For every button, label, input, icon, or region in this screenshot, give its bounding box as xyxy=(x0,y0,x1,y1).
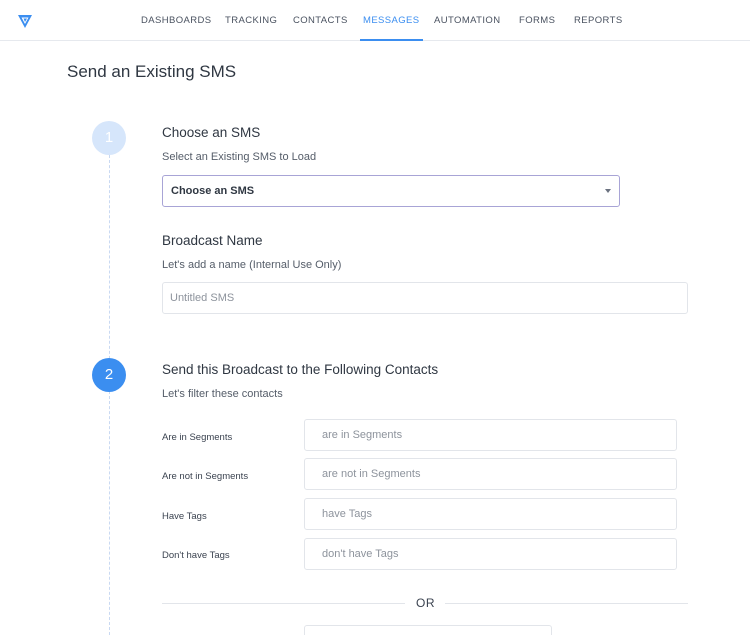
or-divider-label: OR xyxy=(416,596,435,610)
choose-sms-heading: Choose an SMS xyxy=(162,125,261,140)
sms-select-value: Choose an SMS xyxy=(171,185,255,197)
filter-label-dont-have-tags: Don't have Tags xyxy=(162,550,230,561)
step-2-badge: 2 xyxy=(92,358,126,392)
contact-list-select[interactable] xyxy=(304,625,552,635)
filter-label-not-in-segments: Are not in Segments xyxy=(162,471,249,482)
or-divider-left xyxy=(162,603,405,604)
nav-item-messages[interactable]: MESSAGES xyxy=(360,0,423,41)
in-segments-input[interactable] xyxy=(304,419,677,451)
broadcast-name-subtitle: Let's add a name (Internal Use Only) xyxy=(162,259,342,271)
step-timeline-line xyxy=(109,150,110,635)
brand-logo-icon[interactable] xyxy=(17,13,33,29)
nav-item-reports[interactable]: REPORTS xyxy=(574,0,623,41)
or-divider-right xyxy=(445,603,688,604)
broadcast-name-heading: Broadcast Name xyxy=(162,233,263,248)
caret-down-icon xyxy=(605,189,611,193)
nav-item-forms[interactable]: FORMS xyxy=(519,0,555,41)
have-tags-input[interactable] xyxy=(304,498,677,530)
filter-label-in-segments: Are in Segments xyxy=(162,432,233,443)
contacts-filter-heading: Send this Broadcast to the Following Con… xyxy=(162,362,439,377)
step-1-badge: 1 xyxy=(92,121,126,155)
sms-select-dropdown[interactable]: Choose an SMS xyxy=(162,175,620,207)
choose-sms-subtitle: Select an Existing SMS to Load xyxy=(162,151,317,163)
contacts-filter-subtitle: Let's filter these contacts xyxy=(162,388,283,400)
top-navigation-bar: DASHBOARDS TRACKING CONTACTS MESSAGES AU… xyxy=(0,0,750,41)
nav-item-contacts[interactable]: CONTACTS xyxy=(293,0,348,41)
dont-have-tags-input[interactable] xyxy=(304,538,677,570)
not-in-segments-input[interactable] xyxy=(304,458,677,490)
filter-label-have-tags: Have Tags xyxy=(162,511,207,522)
page-title: Send an Existing SMS xyxy=(67,62,237,81)
nav-item-tracking[interactable]: TRACKING xyxy=(225,0,277,41)
nav-item-automation[interactable]: AUTOMATION xyxy=(434,0,500,41)
nav-item-dashboards[interactable]: DASHBOARDS xyxy=(141,0,212,41)
broadcast-name-input[interactable] xyxy=(162,282,688,314)
